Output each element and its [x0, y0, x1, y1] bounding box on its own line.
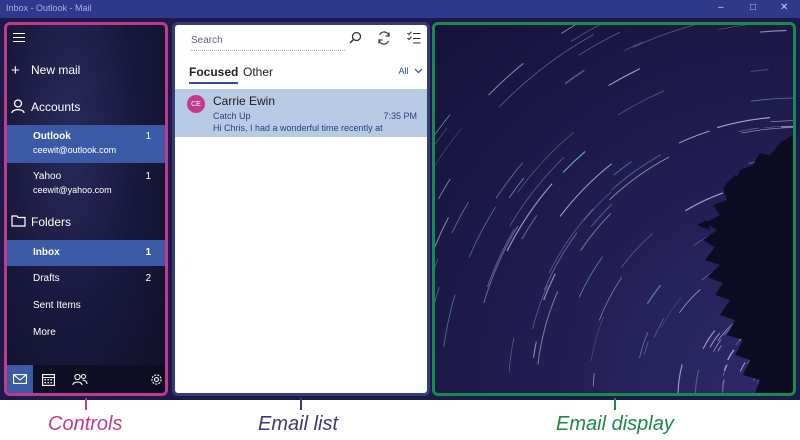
folder-icon	[11, 214, 26, 231]
chevron-down-icon	[414, 66, 423, 76]
tab-focused[interactable]: Focused	[189, 65, 239, 84]
folder-name: More	[33, 327, 56, 338]
new-mail-button[interactable]: + New mail	[7, 63, 165, 83]
minimize-button[interactable]: –	[718, 2, 724, 13]
controls-pane: + New mail Accounts Outlook ceewit@outlo…	[4, 22, 168, 396]
folder-name: Drafts	[33, 273, 60, 284]
email-list-caption: Email list	[258, 413, 339, 435]
account-email: ceewit@outlook.com	[33, 145, 117, 155]
mail-icon[interactable]	[7, 365, 33, 393]
avatar: CE	[187, 95, 205, 113]
tab-other[interactable]: Other	[243, 65, 273, 79]
unread-count: 1	[145, 131, 151, 142]
accounts-label: Accounts	[31, 100, 81, 114]
search-input[interactable]	[191, 30, 345, 51]
email-list-pane: Focused Other All CE Carrie Ewin Catch U…	[172, 22, 430, 396]
email-sender: Carrie Ewin	[213, 94, 276, 108]
folder-name: Sent Items	[33, 300, 81, 311]
account-yahoo[interactable]: Yahoo ceewit@yahoo.com 1	[7, 165, 165, 203]
email-time: 7:35 PM	[383, 111, 417, 121]
email-list-item[interactable]: CE Carrie Ewin Catch Up 7:35 PM Hi Chris…	[175, 89, 427, 137]
tree-silhouette	[697, 135, 793, 393]
person-icon	[11, 99, 25, 118]
filter-label: All	[398, 66, 409, 76]
selection-mode-icon[interactable]	[407, 31, 421, 47]
controls-pointer	[85, 398, 87, 410]
email-display-pointer	[614, 398, 616, 410]
folder-drafts[interactable]: Drafts 2	[7, 266, 165, 292]
plus-icon: +	[11, 62, 20, 79]
filter-dropdown[interactable]: All	[398, 66, 423, 76]
hamburger-menu-icon[interactable]	[13, 33, 25, 43]
email-list-pointer	[300, 398, 302, 410]
title-bar: Inbox - Outlook - Mail – □ ✕	[0, 0, 800, 18]
people-icon[interactable]	[67, 365, 93, 393]
calendar-icon[interactable]	[35, 365, 61, 393]
sync-icon[interactable]	[377, 31, 391, 48]
folder-more[interactable]: More	[7, 320, 165, 346]
email-preview: Hi Chris, I had a wonderful time recentl…	[213, 123, 383, 133]
close-button[interactable]: ✕	[780, 2, 788, 13]
search-row	[177, 27, 425, 53]
controls-caption: Controls	[48, 413, 123, 435]
window-title: Inbox - Outlook - Mail	[6, 3, 92, 13]
account-email: ceewit@yahoo.com	[33, 185, 112, 195]
app-switcher-bar	[7, 365, 165, 393]
folder-count: 2	[145, 273, 151, 284]
maximize-button[interactable]: □	[750, 2, 756, 13]
search-icon[interactable]	[349, 31, 362, 47]
email-display-caption: Email display	[556, 413, 674, 435]
settings-icon[interactable]	[143, 365, 165, 393]
unread-count: 1	[145, 171, 151, 182]
folder-count: 1	[145, 247, 151, 258]
folder-sent-items[interactable]: Sent Items	[7, 293, 165, 319]
email-display-pane	[432, 22, 796, 396]
email-subject: Catch Up	[213, 111, 251, 121]
new-mail-label: New mail	[31, 63, 81, 77]
folder-name: Inbox	[33, 247, 60, 258]
inbox-tabs: Focused Other All	[189, 63, 425, 85]
folder-inbox[interactable]: Inbox 1	[7, 240, 165, 266]
account-outlook[interactable]: Outlook ceewit@outlook.com 1	[7, 125, 165, 163]
folders-label: Folders	[31, 215, 72, 229]
accounts-button[interactable]: Accounts	[7, 99, 165, 120]
folders-button[interactable]: Folders	[7, 215, 165, 235]
